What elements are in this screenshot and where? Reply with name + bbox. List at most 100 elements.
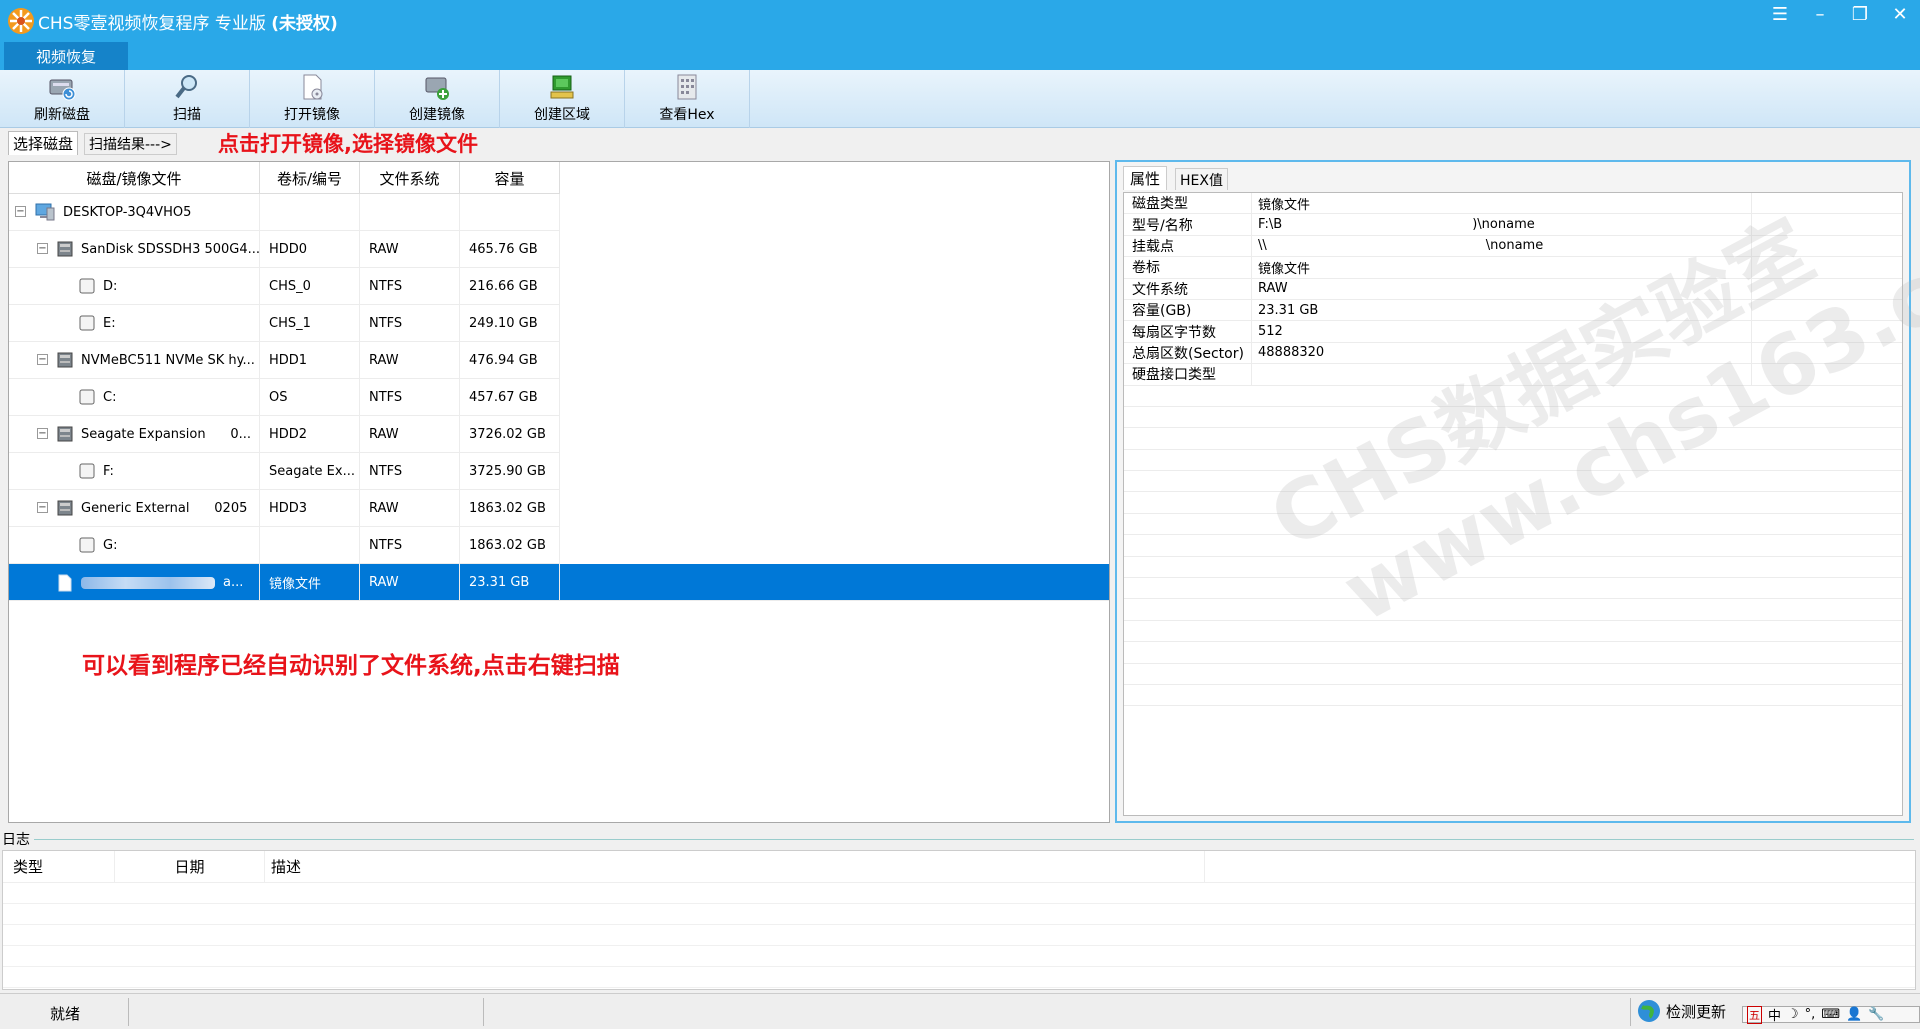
column-header-label[interactable]: 卷标/编号 [260,162,360,194]
tree-row-partition[interactable]: F: Seagate Ex... NTFS 3725.90 GB [9,452,560,490]
open-image-icon [303,74,323,100]
tree-row-disk[interactable]: − Generic External 0205 HDD3 RAW 1863.02… [9,489,560,527]
scan-magnifier-icon [175,75,197,99]
cell-size: 1863.02 GB [460,489,560,527]
tree-row-name: F: [103,463,114,479]
hard-disk-icon [57,500,73,515]
view-hex-label: 查看Hex [659,107,715,123]
tree-row-disk[interactable]: − NVMeBC511 NVMe SK hy... HDD1 RAW 476.9… [9,341,560,379]
tree-row-name: SanDisk SDSSDH3 500G4... [81,241,260,257]
ime-user-icon[interactable]: 👤 [1846,1007,1862,1022]
check-update-button[interactable]: 检测更新 [1636,998,1726,1024]
cell-label: CHS_1 [260,304,360,342]
log-column-desc[interactable]: 描述 [265,850,1205,883]
cell-fs: NTFS [360,452,460,490]
ime-chinese-icon[interactable]: 中 [1768,1005,1781,1024]
cell-fs: NTFS [360,267,460,305]
tab-video-recover[interactable]: 视频恢复 [4,42,128,70]
scan-button[interactable]: 扫描 [125,70,250,128]
refresh-disk-icon [49,79,76,101]
tree-row-name: D: [103,278,118,294]
tab-select-disk[interactable]: 选择磁盘 [8,131,79,155]
partition-icon [79,315,95,330]
tree-row-computer[interactable]: − DESKTOP-3Q4VHO5 [9,193,560,231]
tree-row-disk[interactable]: − SanDisk SDSSDH3 500G4... HDD0 RAW 465.… [9,230,560,268]
minimize-button[interactable]: – [1800,0,1840,28]
cell-fs: RAW [360,415,460,453]
cell-size: 465.76 GB [460,230,560,268]
grid-header: 磁盘/镜像文件 卷标/编号 文件系统 容量 [9,162,560,194]
tree-row-partition[interactable]: C: OS NTFS 457.67 GB [9,378,560,416]
tree-row-partition[interactable]: E: CHS_1 NTFS 249.10 GB [9,304,560,342]
cell-size: 1863.02 GB [460,526,560,564]
status-bar: 就绪 检测更新 五 中 ☽ °, ⌨ 👤 🔧 [0,993,1920,1029]
ime-keyboard-icon[interactable]: ⌨ [1821,1007,1840,1022]
create-image-label: 创建镜像 [409,107,465,123]
cell-fs: RAW [360,563,460,601]
ime-punctuation-icon[interactable]: °, [1805,1007,1816,1022]
tree-row-name: G: [103,537,118,553]
collapse-toggle-icon[interactable]: − [37,427,48,439]
hard-disk-icon [57,426,73,441]
cell-fs [360,193,460,231]
tree-row-disk[interactable]: − Seagate Expansion 0... HDD2 RAW 3726.0… [9,415,560,453]
maximize-button[interactable]: ❐ [1840,0,1880,28]
collapse-toggle-icon[interactable]: − [37,501,48,513]
prop-row: 文件系统 RAW [1124,278,1902,300]
create-region-icon [550,75,574,99]
cell-fs: RAW [360,489,460,527]
cell-fs: NTFS [360,378,460,416]
column-header-fs[interactable]: 文件系统 [360,162,460,194]
collapse-toggle-icon[interactable]: − [37,353,48,365]
prop-row: 硬盘接口类型 [1124,364,1902,386]
tree-row-name: NVMeBC511 NVMe SK hy... [81,352,255,368]
log-column-date[interactable]: 日期 [115,850,265,883]
ime-halfwidth-icon[interactable]: ☽ [1787,1007,1799,1022]
disk-tree-grid: 磁盘/镜像文件 卷标/编号 文件系统 容量 − DESKTOP-3Q4VHO5 … [8,161,1110,823]
menu-icon[interactable]: ☰ [1760,0,1800,28]
globe-icon [1638,1000,1660,1022]
ime-wubi-icon[interactable]: 五 [1747,1005,1762,1024]
cell-label [260,193,360,231]
tree-row-partition[interactable]: G: NTFS 1863.02 GB [9,526,560,564]
log-column-type[interactable]: 类型 [3,850,115,883]
tree-row-image-file[interactable]: a... 镜像文件 RAW 23.31 GB [9,563,1109,601]
window-title: CHS零壹视频恢复程序 专业版 (未授权) [38,13,338,34]
scan-label: 扫描 [173,107,201,123]
tree-row-name: C: [103,389,117,405]
open-image-button[interactable]: 打开镜像 [250,70,375,128]
ime-toolbar[interactable]: 五 中 ☽ °, ⌨ 👤 🔧 [1742,1005,1920,1024]
create-region-label: 创建区域 [534,107,590,123]
tree-row-partition[interactable]: D: CHS_0 NTFS 216.66 GB [9,267,560,305]
hard-disk-icon [57,241,73,256]
cell-label [260,526,360,564]
tree-row-name: E: [103,315,116,331]
properties-panel: 属性 HEX值 磁盘类型 镜像文件 型号/名称 F:\B )\noname 挂载点 \… [1115,160,1911,823]
tree-row-name: a... [223,574,244,590]
create-region-button[interactable]: 创建区域 [500,70,625,128]
tab-hex[interactable]: HEX值 [1175,168,1228,190]
cell-label: HDD3 [260,489,360,527]
tree-row-name: Generic External 0205 [81,500,248,516]
view-hex-icon [677,74,697,100]
app-logo-icon [6,6,36,36]
close-button[interactable]: ✕ [1880,0,1920,28]
tab-properties[interactable]: 属性 [1123,166,1168,190]
view-hex-button[interactable]: 查看Hex [625,70,750,128]
prop-row: 磁盘类型 镜像文件 [1124,193,1902,215]
redacted-filename [81,576,215,589]
tab-scan-result[interactable]: 扫描结果---> [84,133,177,155]
ime-settings-icon[interactable]: 🔧 [1868,1007,1884,1022]
cell-size: 476.94 GB [460,341,560,379]
refresh-disk-button[interactable]: 刷新磁盘 [0,70,125,128]
column-header-disk[interactable]: 磁盘/镜像文件 [9,162,260,194]
collapse-toggle-icon[interactable]: − [37,242,48,254]
cell-label: HDD0 [260,230,360,268]
partition-icon [79,463,95,478]
cell-size: 3726.02 GB [460,415,560,453]
prop-row: 型号/名称 F:\B )\noname [1124,214,1902,236]
cell-size: 457.67 GB [460,378,560,416]
create-image-button[interactable]: 创建镜像 [375,70,500,128]
collapse-toggle-icon[interactable]: − [15,205,26,217]
column-header-size[interactable]: 容量 [460,162,560,194]
